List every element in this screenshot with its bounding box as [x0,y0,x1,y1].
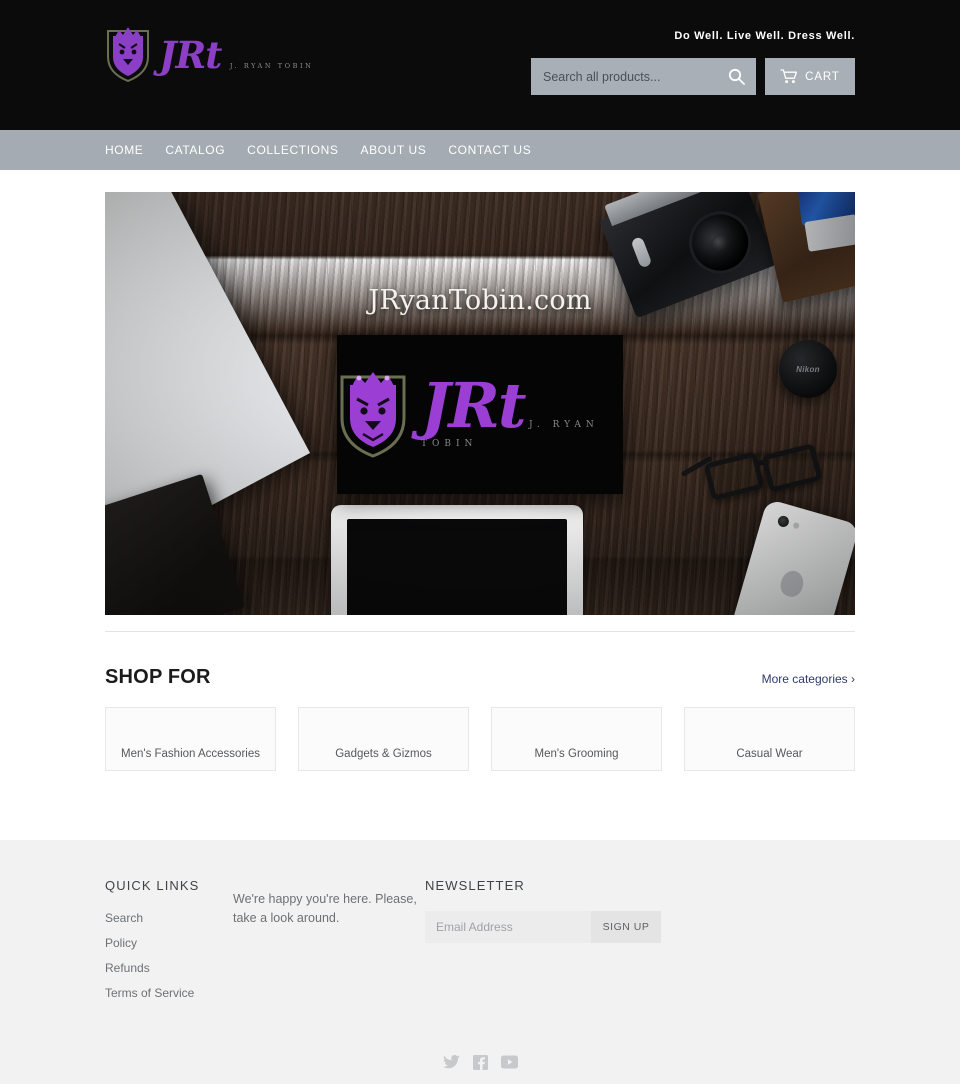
header-tools: CART [531,58,855,95]
footer-newsletter-column: NEWSLETTER SIGN UP [425,878,675,1011]
category-card-mens-grooming[interactable]: Men's Grooming [491,707,662,771]
newsletter-signup-button[interactable]: SIGN UP [591,911,661,943]
footer-columns: QUICK LINKS Search Policy Refunds Terms … [105,878,855,1011]
facebook-icon[interactable] [472,1055,488,1070]
business-card-wordmark: JRt [421,368,526,442]
search-box [531,58,756,95]
footer-link-terms-of-service[interactable]: Terms of Service [105,986,233,1000]
nav-item-contact-us[interactable]: CONTACT US [437,130,542,170]
twitter-icon[interactable] [442,1055,460,1070]
footer-quick-links-column: QUICK LINKS Search Policy Refunds Terms … [105,878,233,1011]
footer-about-column: We're happy you're here. Please, take a … [233,878,425,1011]
category-label: Casual Wear [736,748,803,760]
category-grid: Men's Fashion Accessories Gadgets & Gizm… [105,707,855,771]
business-card: JRt J. RYAN TOBIN [337,335,623,494]
lion-crest-logo-icon [105,27,151,83]
shop-header: SHOP FOR More categories › [105,632,855,689]
more-categories-link[interactable]: More categories › [762,672,855,686]
hero-title: JRyanTobin.com [368,285,592,316]
cart-icon [780,69,798,84]
site-logo[interactable]: JRt J. RYAN TOBIN [105,22,340,88]
nav-item-home[interactable]: HOME [105,130,154,170]
nav-item-collections[interactable]: COLLECTIONS [236,130,349,170]
newsletter-form: SIGN UP [425,911,661,943]
search-submit-button[interactable] [722,58,750,95]
logo-subtext: J. RYAN TOBIN [229,61,314,70]
category-label: Men's Fashion Accessories [121,748,260,760]
page-root: JRt J. RYAN TOBIN Do Well. Live Well. Dr… [0,0,960,1084]
youtube-icon[interactable] [500,1055,518,1070]
logo-wordmark: JRt [159,32,222,77]
page-title: SHOP FOR [105,666,211,688]
cart-button-label: CART [805,70,840,83]
search-input[interactable] [531,59,716,94]
footer-link-policy[interactable]: Policy [105,936,233,950]
hero-section: Nikon JRyanTobin.com [105,170,855,615]
site-tagline: Do Well. Live Well. Dress Well. [674,30,855,42]
hero-banner-image[interactable]: Nikon JRyanTobin.com [105,192,855,615]
search-icon [728,68,745,85]
category-card-casual-wear[interactable]: Casual Wear [684,707,855,771]
footer-link-search[interactable]: Search [105,911,233,925]
main-navigation: HOME CATALOG COLLECTIONS ABOUT US CONTAC… [0,130,960,170]
category-card-mens-fashion-accessories[interactable]: Men's Fashion Accessories [105,707,276,771]
footer-about-text: We're happy you're here. Please, take a … [233,892,417,926]
business-card-lion-icon [337,371,409,459]
nav-item-about-us[interactable]: ABOUT US [349,130,437,170]
quick-links-title: QUICK LINKS [105,878,200,893]
cart-button[interactable]: CART [765,58,855,95]
category-label: Men's Grooming [534,748,619,760]
newsletter-title: NEWSLETTER [425,878,525,893]
footer-link-refunds[interactable]: Refunds [105,961,233,975]
shop-section: SHOP FOR More categories › Men's Fashion… [105,631,855,771]
social-links [105,1055,855,1070]
site-footer: QUICK LINKS Search Policy Refunds Terms … [0,840,960,1084]
newsletter-email-input[interactable] [425,911,591,943]
category-label: Gadgets & Gizmos [335,748,432,760]
nav-item-catalog[interactable]: CATALOG [154,130,236,170]
site-header: JRt J. RYAN TOBIN Do Well. Live Well. Dr… [0,0,960,130]
category-card-gadgets-and-gizmos[interactable]: Gadgets & Gizmos [298,707,469,771]
